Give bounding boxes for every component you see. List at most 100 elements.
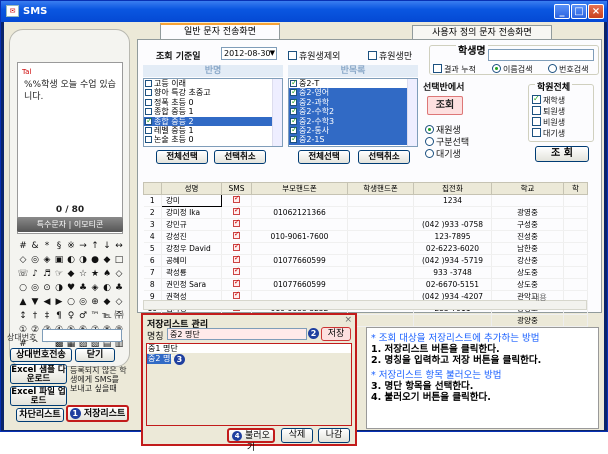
- list-item[interactable]: 중2-T: [289, 79, 417, 88]
- status-waiting[interactable]: 대기생: [532, 128, 565, 139]
- table-row[interactable]: 6공혜미 01077660599 (042 )934 -5719강산중: [143, 254, 588, 267]
- radio-category[interactable]: 구분선택: [425, 137, 469, 149]
- status-enrolled[interactable]: 재학생: [532, 93, 565, 106]
- list-item[interactable]: 정폭 초등 0: [144, 98, 282, 107]
- minimize-button[interactable]: _: [554, 4, 570, 19]
- symbol-key[interactable]: ○: [17, 282, 29, 296]
- scrollbar[interactable]: [407, 79, 417, 146]
- column-header[interactable]: 학생핸드폰: [347, 182, 414, 195]
- symbol-key[interactable]: ▼: [29, 296, 41, 310]
- list-item-checkbox[interactable]: [290, 97, 298, 106]
- symbol-key[interactable]: ◀: [41, 296, 53, 310]
- list-item[interactable]: 향아 특강 초중고: [144, 88, 282, 97]
- radio-category-dot[interactable]: [425, 137, 434, 146]
- sms-checkbox[interactable]: [233, 243, 240, 251]
- list-item-checkbox[interactable]: [145, 108, 152, 116]
- list-name-input[interactable]: 중2 명단: [167, 328, 307, 340]
- symbol-key[interactable]: #: [17, 240, 29, 254]
- dialog-close-icon[interactable]: ×: [344, 315, 352, 325]
- sms-checkbox[interactable]: [233, 267, 240, 275]
- symbol-key[interactable]: ◎: [29, 254, 41, 268]
- symbol-key[interactable]: ※: [65, 240, 77, 254]
- symbol-key[interactable]: ◈: [41, 254, 53, 268]
- exclude-leave-box[interactable]: [288, 51, 297, 60]
- sms-checkbox[interactable]: [233, 195, 240, 203]
- symbol-key[interactable]: ↕: [17, 310, 29, 324]
- leave-only-box[interactable]: [368, 51, 377, 60]
- accumulate-checkbox[interactable]: 결과 누적: [433, 64, 476, 75]
- list-item-checkbox[interactable]: [145, 126, 152, 134]
- symbol-key[interactable]: ◇: [113, 296, 125, 310]
- list-item-checkbox[interactable]: [145, 98, 152, 106]
- dialog-save-button[interactable]: 저장: [321, 327, 351, 341]
- symbol-key[interactable]: ⊕: [89, 296, 101, 310]
- table-row[interactable]: 5강정우 David 02-6223-6020남한중: [143, 242, 588, 255]
- column-header[interactable]: [143, 182, 162, 195]
- symbol-key[interactable]: ◐: [101, 282, 113, 296]
- column-header[interactable]: SMS: [221, 182, 252, 195]
- list-item[interactable]: 중2-수학3: [289, 116, 417, 126]
- list-item[interactable]: 중2-통사: [289, 125, 417, 136]
- radio-enrolled[interactable]: 재원생: [425, 125, 469, 137]
- list-item[interactable]: 논술 초등 0: [144, 135, 282, 144]
- symbol-key[interactable]: ◈: [89, 282, 101, 296]
- tab-custom-sms[interactable]: 사용자 정의 문자 전송화면: [412, 25, 552, 40]
- maximize-button[interactable]: □: [571, 4, 587, 19]
- number-search-dot[interactable]: [548, 64, 557, 73]
- list-item-checkbox[interactable]: [290, 106, 298, 116]
- sms-checkbox[interactable]: [233, 279, 240, 287]
- symbol-key[interactable]: ♣: [113, 282, 125, 296]
- list-item-checkbox[interactable]: [290, 116, 298, 125]
- symbol-key[interactable]: ™: [89, 310, 101, 324]
- symbol-key[interactable]: *: [41, 240, 53, 254]
- list-item-checkbox[interactable]: [145, 116, 153, 125]
- list-item-checkbox[interactable]: [145, 80, 152, 87]
- symbol-key[interactable]: ☆: [77, 268, 89, 282]
- exclude-leave-checkbox[interactable]: 휴원생제외: [288, 49, 340, 62]
- column-header[interactable]: 학교: [491, 182, 564, 195]
- symbol-key[interactable]: ◎: [29, 282, 41, 296]
- saved-list-box[interactable]: 중1 명단 중2 명단 3: [146, 343, 352, 426]
- list-item[interactable]: 중2-1S: [289, 134, 417, 145]
- list-item-checkbox[interactable]: [145, 136, 152, 144]
- status-waiting-box[interactable]: [532, 128, 541, 137]
- symbol-key[interactable]: ♠: [101, 268, 113, 282]
- symbol-key[interactable]: ◐: [65, 254, 77, 268]
- symbol-key[interactable]: □: [113, 254, 125, 268]
- table-row[interactable]: 2강미정 Ika 01062121366 광영중: [143, 206, 588, 219]
- symbol-key[interactable]: ♣: [77, 282, 89, 296]
- scrollbar[interactable]: [272, 79, 282, 146]
- symbol-key[interactable]: ㈜: [113, 310, 125, 324]
- tab-general-sms[interactable]: 일반 문자 전송화면: [160, 23, 280, 40]
- status-nonmember[interactable]: 비원생: [532, 117, 565, 128]
- symbol-key[interactable]: ⊙: [41, 282, 53, 296]
- date-picker[interactable]: 2012-08-30 ▼: [221, 47, 277, 60]
- list-item[interactable]: 종합 중등 2: [144, 116, 282, 126]
- class-deselect-button[interactable]: 선택취소: [214, 150, 266, 164]
- symbol-key[interactable]: ↔: [113, 240, 125, 254]
- status-withdrawn-box[interactable]: [532, 106, 541, 115]
- symbol-key[interactable]: →: [77, 240, 89, 254]
- special-chars-bar[interactable]: 특수문자 | 이모티콘: [17, 217, 123, 232]
- list-item[interactable]: 중2-영어: [289, 87, 417, 98]
- close-button[interactable]: ×: [588, 4, 604, 19]
- excel-upload-button[interactable]: Excel 파일 업로드: [10, 386, 67, 406]
- symbol-key[interactable]: ♀: [65, 310, 77, 324]
- sms-checkbox[interactable]: [233, 291, 240, 299]
- name-search-dot[interactable]: [492, 64, 501, 73]
- symbol-key[interactable]: ▲: [17, 296, 29, 310]
- radio-waiting[interactable]: 대기생: [425, 149, 469, 161]
- search-button[interactable]: 조회: [427, 96, 463, 115]
- symbol-key[interactable]: ◑: [53, 282, 65, 296]
- exit-button[interactable]: 나감: [318, 428, 350, 443]
- status-withdrawn[interactable]: 퇴원생: [532, 106, 565, 117]
- symbol-key[interactable]: ↑: [89, 240, 101, 254]
- symbol-key[interactable]: ◇: [17, 254, 29, 268]
- symbol-key[interactable]: ☞: [53, 268, 65, 282]
- send-button[interactable]: 상대번호전송: [10, 348, 72, 362]
- list-item-selected[interactable]: 중2 명단: [147, 354, 178, 364]
- symbol-key[interactable]: ‡: [41, 310, 53, 324]
- table-row[interactable]: 1강미 1234: [143, 194, 588, 207]
- symbol-key[interactable]: ◆: [101, 296, 113, 310]
- leave-only-checkbox[interactable]: 휴원생만: [368, 49, 412, 62]
